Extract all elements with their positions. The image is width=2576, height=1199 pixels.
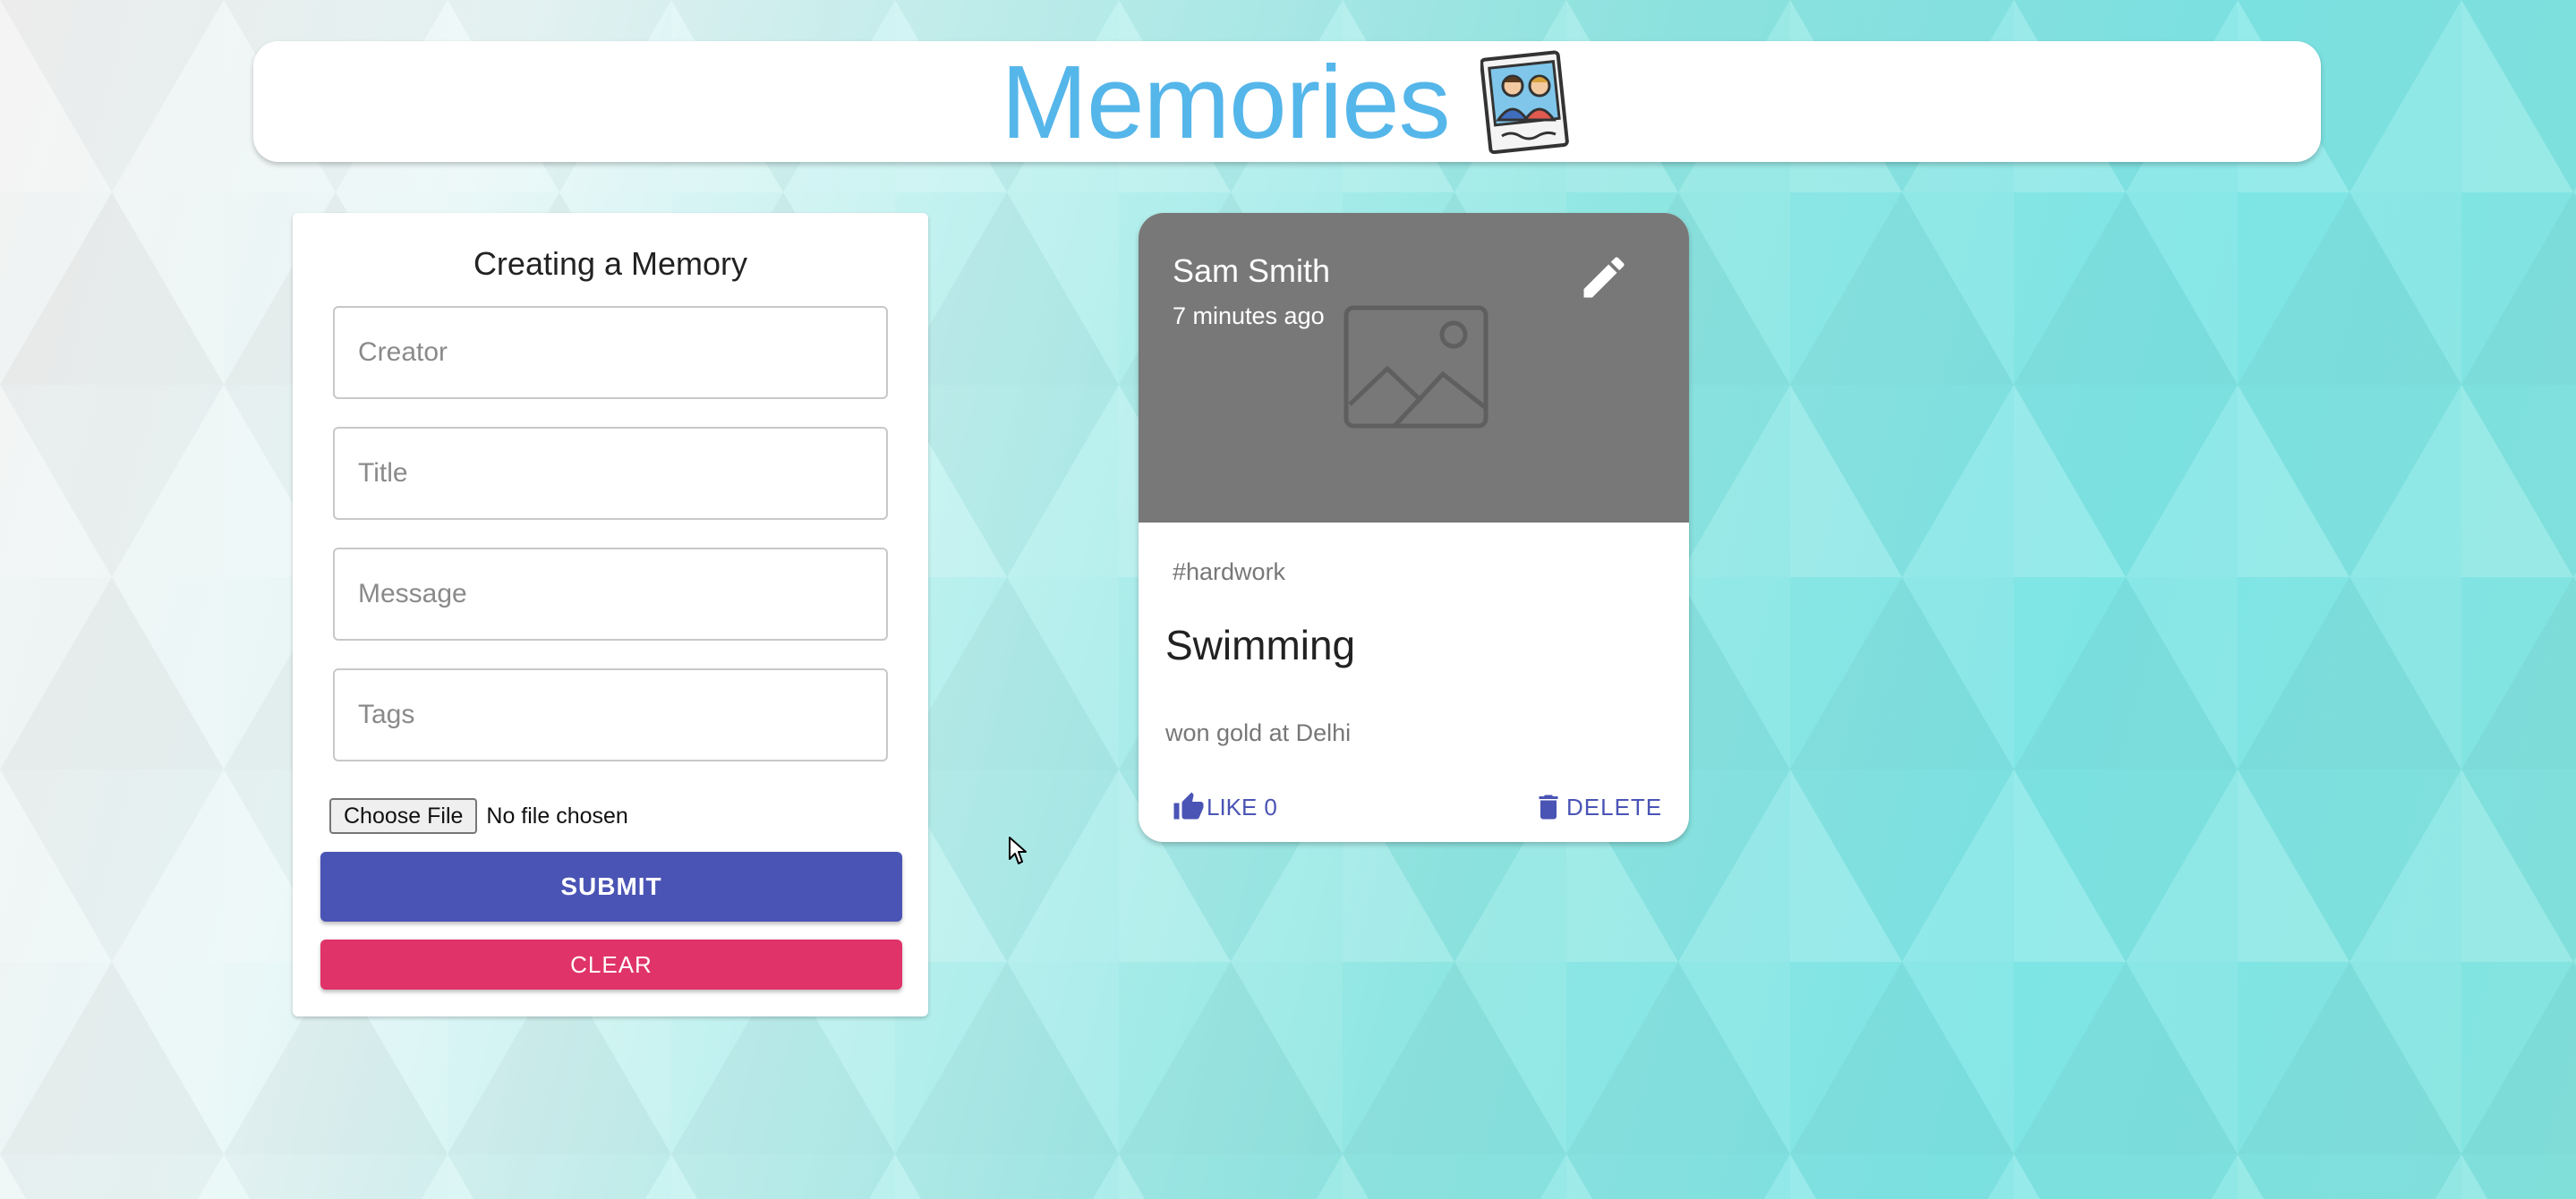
post-timestamp: 7 minutes ago [1173, 302, 1325, 329]
edit-button[interactable] [1577, 251, 1631, 304]
form-heading: Creating a Memory [473, 245, 748, 282]
clear-button[interactable]: CLEAR [320, 940, 902, 990]
memories-photo-icon [1480, 49, 1569, 154]
choose-file-button[interactable]: Choose File [329, 798, 478, 834]
post-tags: #hardwork [1173, 558, 1286, 585]
like-count: 0 [1264, 793, 1277, 821]
card-media: Sam Smith 7 minutes ago [1139, 213, 1689, 523]
file-status: No file chosen [486, 803, 628, 829]
like-label: LIKE [1207, 793, 1258, 821]
thumbs-up-icon [1173, 792, 1204, 820]
app-bar: Memories [253, 41, 2321, 162]
post-creator: Sam Smith [1173, 252, 1331, 289]
image-placeholder-icon [1343, 305, 1488, 429]
delete-button[interactable]: DELETE [1532, 786, 1662, 829]
memory-card: Sam Smith 7 minutes ago #hardwork Swimmi… [1139, 213, 1689, 842]
title-input[interactable] [333, 427, 888, 520]
creator-input[interactable] [333, 306, 888, 399]
like-button[interactable]: LIKE 0 [1173, 786, 1277, 829]
pencil-icon [1583, 257, 1625, 298]
message-input[interactable] [333, 548, 888, 641]
submit-button[interactable]: SUBMIT [320, 852, 902, 922]
mouse-cursor-icon [1009, 837, 1027, 864]
delete-label: DELETE [1566, 793, 1663, 821]
tags-input[interactable] [333, 668, 888, 761]
file-upload: Choose File No file chosen [329, 798, 628, 834]
post-message: won gold at Delhi [1165, 719, 1352, 746]
post-title: Swimming [1165, 622, 1356, 668]
trash-icon [1539, 795, 1558, 820]
app-title: Memories [1001, 43, 1450, 160]
